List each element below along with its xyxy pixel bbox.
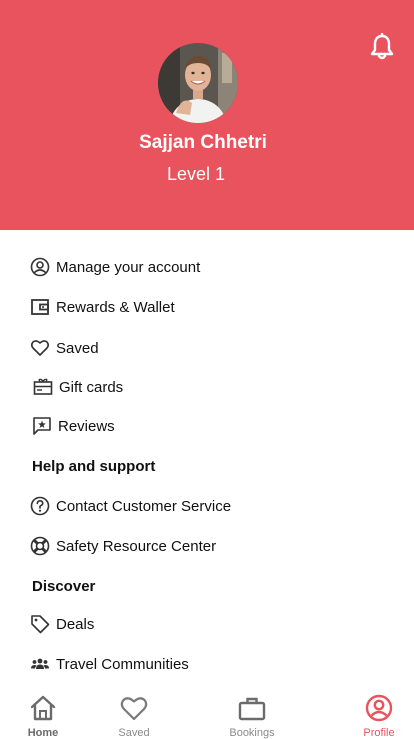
user-name: Sajjan Chhetri	[139, 132, 267, 153]
review-icon	[32, 416, 52, 436]
menu-item-travel-communities[interactable]: Travel Communities	[30, 651, 390, 677]
nav-bookings[interactable]: Bookings	[226, 694, 278, 739]
menu-item-contact-customer-service[interactable]: Contact Customer Service	[30, 493, 390, 519]
nav-label: Saved	[118, 727, 150, 739]
heart-icon	[120, 694, 148, 727]
menu-item-manage-account[interactable]: Manage your account	[30, 254, 390, 280]
section-title-discover: Discover	[32, 578, 96, 595]
user-level: Level 1	[166, 164, 226, 184]
question-circle-icon	[30, 496, 50, 516]
avatar[interactable]	[158, 43, 238, 123]
menu-item-label: Saved	[56, 339, 99, 357]
menu-item-label: Manage your account	[56, 258, 201, 276]
menu-item-deals[interactable]: Deals	[30, 611, 390, 637]
nav-label: Profile	[363, 727, 395, 739]
profile-icon	[365, 694, 393, 727]
bottom-nav: Home Saved Bookings Profile	[0, 690, 414, 739]
briefcase-icon	[238, 694, 266, 727]
home-icon	[29, 694, 57, 727]
menu-item-label: Deals	[56, 615, 95, 633]
menu-item-label: Reviews	[58, 417, 115, 435]
nav-home[interactable]: Home	[27, 694, 59, 739]
menu-item-gift-cards[interactable]: Gift cards	[33, 374, 393, 400]
menu-item-label: Contact Customer Service	[56, 497, 232, 515]
nav-label: Home	[27, 727, 59, 739]
menu-item-reviews[interactable]: Reviews	[32, 413, 392, 439]
user-circle-icon	[30, 257, 50, 277]
notification-bell-icon[interactable]	[369, 32, 395, 61]
menu-item-label: Gift cards	[59, 378, 124, 396]
nav-saved[interactable]: Saved	[114, 694, 154, 739]
community-icon	[30, 654, 50, 674]
tag-icon	[30, 614, 50, 634]
menu-item-safety-resource-center[interactable]: Safety Resource Center	[30, 533, 390, 559]
heart-icon	[30, 338, 50, 358]
gift-card-icon	[33, 377, 53, 397]
nav-label: Bookings	[229, 727, 275, 739]
section-title-help: Help and support	[32, 458, 156, 475]
menu-item-label: Rewards & Wallet	[56, 298, 175, 316]
wallet-icon	[30, 297, 50, 317]
menu-item-label: Safety Resource Center	[56, 537, 217, 555]
menu-item-saved[interactable]: Saved	[30, 335, 390, 361]
lifebuoy-icon	[30, 536, 50, 556]
nav-profile[interactable]: Profile	[359, 694, 399, 739]
menu-item-rewards-wallet[interactable]: Rewards & Wallet	[30, 294, 390, 320]
menu-item-label: Travel Communities	[56, 655, 189, 673]
profile-header: Sajjan Chhetri Level 1	[0, 0, 414, 230]
